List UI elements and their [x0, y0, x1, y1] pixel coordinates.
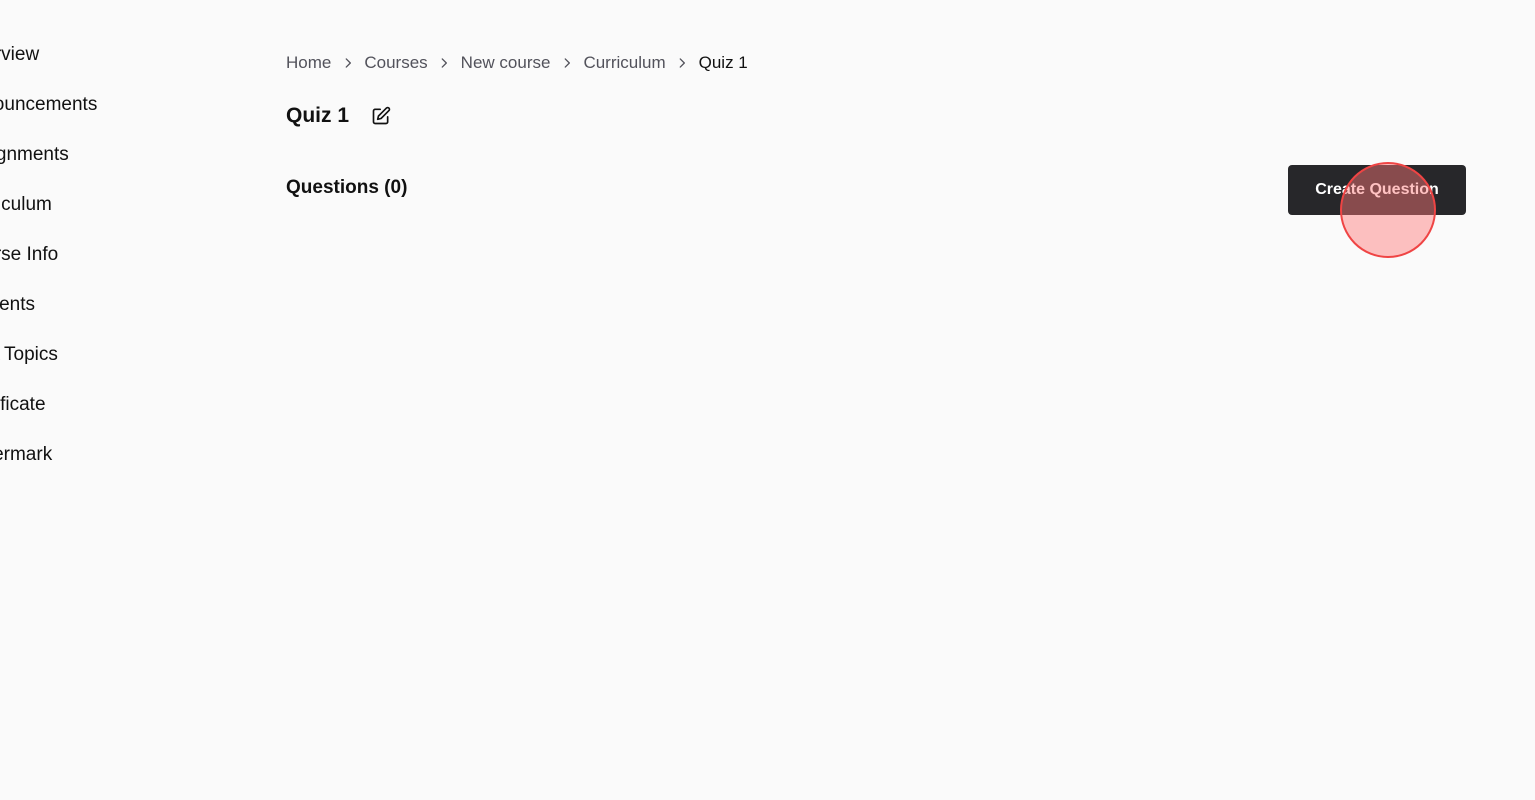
- chevron-right-icon: [428, 51, 461, 75]
- breadcrumb: Home Courses New course Curriculum Quiz …: [286, 51, 748, 75]
- sidebar-item-students[interactable]: Students: [0, 280, 200, 330]
- questions-heading: Questions (0): [286, 177, 408, 198]
- edit-title-button[interactable]: [369, 104, 393, 128]
- title-row: Quiz 1: [286, 101, 393, 131]
- chevron-right-icon: [666, 51, 699, 75]
- quiz-page: Overview Announcements Assignments Curri…: [0, 0, 1535, 800]
- chevron-right-icon: [331, 51, 364, 75]
- create-question-button[interactable]: Create Question: [1288, 165, 1466, 215]
- main-content: Home Courses New course Curriculum Quiz …: [286, 0, 1466, 800]
- page-title: Quiz 1: [286, 104, 350, 127]
- sidebar-item-announcements[interactable]: Announcements: [0, 80, 200, 130]
- pencil-square-icon: [372, 106, 391, 125]
- sidebar-item-course-info[interactable]: Course Info: [0, 230, 200, 280]
- questions-header: Questions (0) Create Question: [286, 165, 1466, 215]
- sidebar-item-qa-topics[interactable]: Q&A Topics: [0, 330, 200, 380]
- sidebar-item-assignments[interactable]: Assignments: [0, 130, 200, 180]
- sidebar-item-certificate[interactable]: Certificate: [0, 380, 200, 430]
- sidebar-item-overview[interactable]: Overview: [0, 30, 200, 80]
- breadcrumb-courses[interactable]: Courses: [364, 53, 427, 73]
- breadcrumb-curriculum[interactable]: Curriculum: [583, 53, 665, 73]
- breadcrumb-home[interactable]: Home: [286, 53, 331, 73]
- sidebar-item-curriculum[interactable]: Curriculum: [0, 180, 200, 230]
- course-sidebar: Overview Announcements Assignments Curri…: [0, 30, 200, 480]
- sidebar-item-watermark[interactable]: Watermark: [0, 430, 200, 480]
- breadcrumb-current: Quiz 1: [698, 53, 748, 72]
- breadcrumb-new-course[interactable]: New course: [461, 53, 551, 73]
- chevron-right-icon: [550, 51, 583, 75]
